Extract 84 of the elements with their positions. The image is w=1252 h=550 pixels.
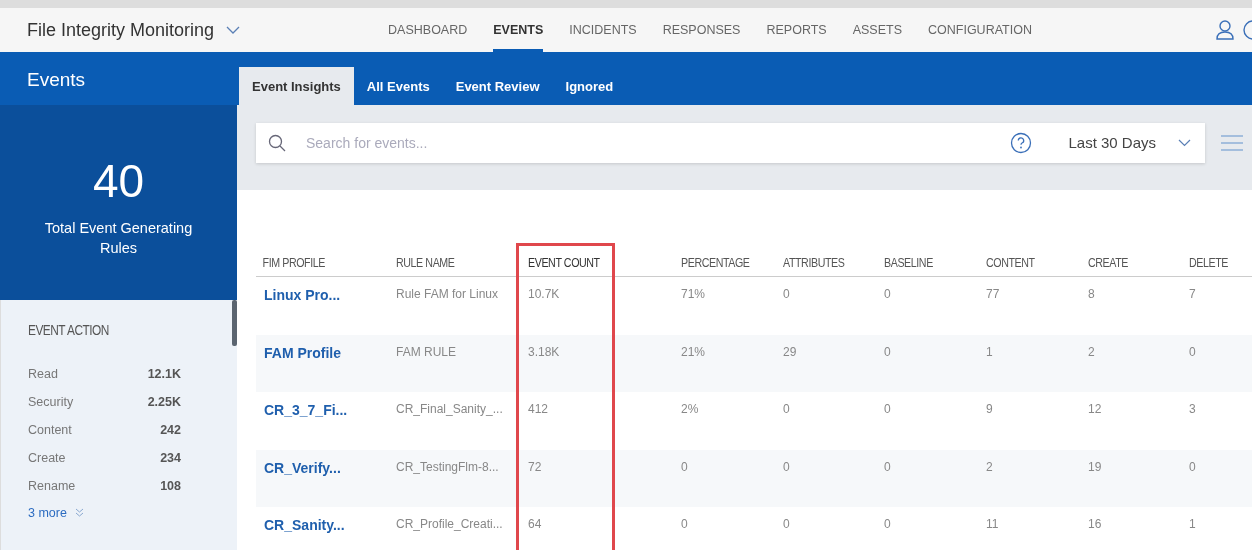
table-cell-text: 1 — [1189, 517, 1197, 531]
table-cell-text: 0 — [783, 517, 791, 531]
table-cell-text: CR_Profile_Creati... — [396, 517, 504, 531]
column-header[interactable]: PERCENTAGE — [681, 255, 765, 270]
table-cell-text: 9 — [986, 402, 994, 416]
table-cell-text: 3.18K — [528, 344, 561, 359]
nav-tab[interactable]: RESPONSES — [662, 8, 741, 52]
table-cell-text: 16 — [1088, 517, 1103, 531]
table-cell-text: 21% — [681, 344, 707, 359]
nav-tab[interactable]: DASHBOARD — [388, 8, 468, 52]
column-header[interactable]: RULE NAME — [396, 255, 505, 270]
tab[interactable]: Ignored — [552, 67, 627, 105]
table-cell-text: 0 — [783, 287, 791, 301]
column-header[interactable]: FIM PROFILE — [256, 255, 371, 270]
table-cell-text: 7 — [1189, 287, 1197, 301]
date-range-dropdown[interactable]: Last 30 Days — [1068, 134, 1191, 151]
nav-tab[interactable]: CONFIGURATION — [928, 8, 1032, 52]
table-cell-text: 0 — [1189, 344, 1197, 359]
nav-tab[interactable]: INCIDENTS — [569, 8, 637, 52]
column-header[interactable]: DELETE — [1189, 255, 1239, 270]
profile-link[interactable]: Linux Pro... — [256, 287, 396, 303]
filter-item[interactable]: Rename 108 — [28, 472, 181, 500]
section-title: EVENT ACTION — [28, 322, 110, 338]
sidebar-title: Events — [27, 69, 86, 91]
table-cell-text: 8 — [1088, 287, 1096, 301]
total-count: 40 — [92, 157, 145, 204]
table-cell-text: 0 — [783, 402, 791, 416]
search-icon — [268, 133, 286, 152]
table-cell-text: 0 — [681, 517, 689, 531]
table-cell-text: 1 — [986, 344, 994, 359]
table-cell-text: 0 — [884, 459, 892, 474]
table-cell-text: 0 — [884, 517, 892, 531]
table-cell-text: 64 — [528, 517, 543, 531]
table-cell-text: 2 — [986, 459, 994, 474]
filter-item[interactable]: Create 234 — [28, 444, 181, 472]
table-cell-text: 71% — [681, 287, 707, 301]
total-label: Total Event Generating Rules — [43, 218, 194, 258]
filter-item[interactable]: Read 12.1K — [28, 360, 181, 388]
table-cell-text: FAM RULE — [396, 344, 457, 359]
table-cell-text: 19 — [1088, 459, 1103, 474]
profile-link[interactable]: CR_Verify... — [256, 459, 396, 476]
table-cell-text: 12 — [1088, 402, 1103, 416]
help-icon[interactable] — [1010, 131, 1033, 154]
table-cell-text: 2% — [681, 402, 700, 416]
search-bar[interactable]: Search for events... Last 30 Days — [256, 122, 1205, 163]
more-link[interactable]: 3 more — [28, 506, 67, 520]
chevron-down-icon[interactable] — [226, 26, 241, 34]
table-cell-text: Rule FAM for Linux — [396, 287, 500, 301]
table-cell-text: 0 — [1189, 459, 1197, 474]
table-cell-text: 3 — [1189, 402, 1197, 416]
table-cell-text: 29 — [783, 344, 798, 359]
filter-item[interactable]: Content 242 — [28, 416, 181, 444]
tab[interactable]: Event Insights — [239, 67, 354, 105]
chevron-down-icon — [1178, 138, 1191, 147]
table-cell-text: 0 — [884, 287, 892, 301]
table-cell-text: 72 — [528, 459, 543, 474]
filter-item[interactable]: Security 2.25K — [28, 388, 181, 416]
tab[interactable]: All Events — [353, 67, 443, 105]
table-cell-text: 0 — [884, 344, 892, 359]
table-cell-text: CR_TestingFlm-8... — [396, 459, 500, 474]
table-cell-text: 11 — [986, 517, 1000, 531]
table-cell-text: 2 — [1088, 344, 1096, 359]
nav-tab[interactable]: ASSETS — [852, 8, 902, 52]
profile-link[interactable]: CR_3_7_Fi... — [256, 402, 396, 418]
table-cell-text: 412 — [528, 402, 550, 416]
tab[interactable]: Event Review — [442, 67, 553, 105]
table-cell-text: 0 — [884, 402, 892, 416]
scrollbar-thumb[interactable] — [232, 300, 237, 346]
column-header[interactable]: ATTRIBUTES — [783, 255, 866, 270]
double-chevron-icon[interactable] — [74, 508, 84, 517]
user-icon[interactable] — [1216, 20, 1234, 40]
nav-tab[interactable]: REPORTS — [766, 8, 827, 52]
column-header[interactable]: EVENT COUNT — [528, 255, 654, 270]
table-cell-text: 77 — [986, 287, 1001, 301]
table-cell-text: 0 — [681, 459, 689, 474]
table-cell-text: CR_Final_Sanity_... — [396, 402, 504, 416]
column-header[interactable]: CREATE — [1088, 255, 1171, 270]
app-title: File Integrity Monitoring — [27, 19, 215, 41]
column-header[interactable]: BASELINE — [884, 255, 968, 270]
table-cell-text: 10.7K — [528, 287, 561, 301]
table-cell-text: 0 — [783, 459, 791, 474]
profile-link[interactable]: FAM Profile — [256, 344, 396, 361]
profile-link[interactable]: CR_Sanity... — [256, 517, 396, 533]
column-header[interactable]: CONTENT — [986, 255, 1070, 270]
